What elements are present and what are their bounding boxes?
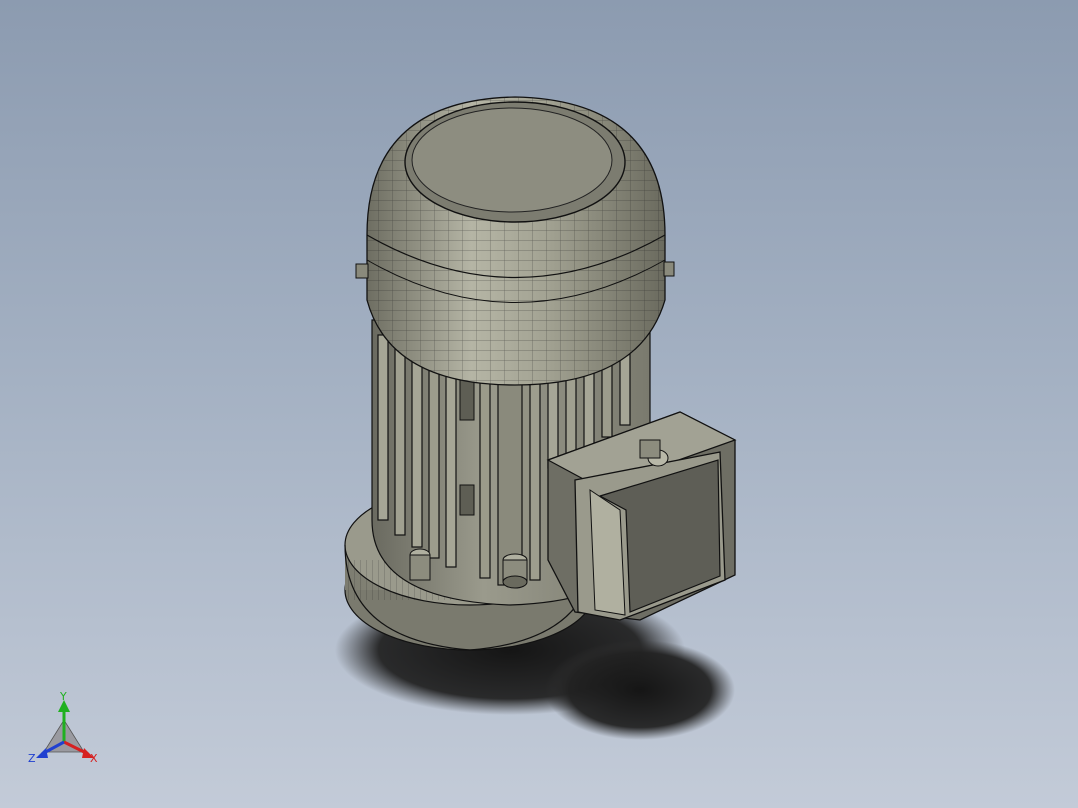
base-bolt: [409, 548, 431, 581]
fan-cover-dome: [355, 96, 675, 386]
graphics-viewport[interactable]: Y X Z: [0, 0, 1078, 808]
orientation-triad[interactable]: Y X Z: [22, 690, 112, 770]
base-bolt: [502, 553, 528, 589]
motor-model[interactable]: [0, 0, 1078, 808]
y-axis-label: Y: [59, 690, 67, 703]
x-axis-label: X: [90, 752, 98, 765]
z-axis-head: [36, 748, 48, 758]
z-axis-label: Z: [28, 752, 36, 765]
